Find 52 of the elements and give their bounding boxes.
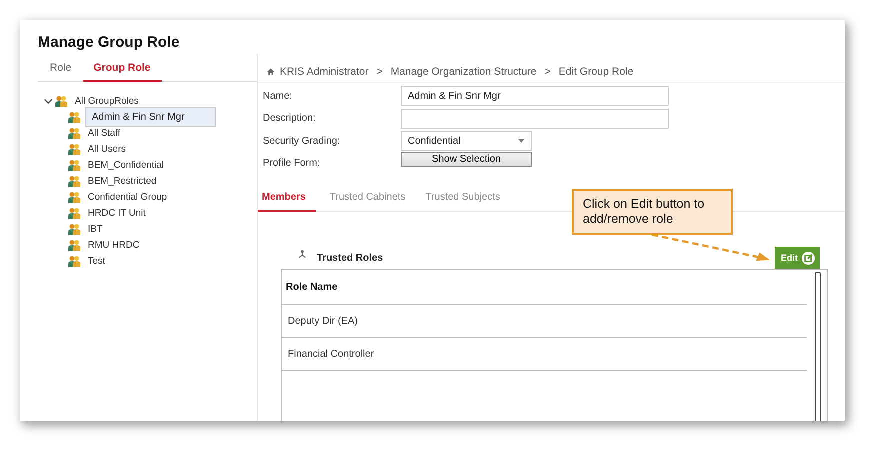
group-icon xyxy=(68,190,81,204)
tree-item[interactable]: IBT xyxy=(85,222,106,236)
tree-item[interactable]: Admin & Fin Snr Mgr xyxy=(85,107,216,127)
field-label: Profile Form: xyxy=(263,158,322,170)
breadcrumb-link[interactable]: Edit Group Role xyxy=(558,66,634,78)
breadcrumb-link[interactable]: KRIS Administrator xyxy=(280,66,369,78)
group-icon xyxy=(68,110,81,124)
tree-item[interactable]: HRDC IT Unit xyxy=(85,206,149,220)
group-icon xyxy=(68,174,81,188)
tree-item[interactable]: BEM_Confidential xyxy=(85,158,168,172)
home-icon xyxy=(267,68,275,76)
edit-icon xyxy=(802,252,815,264)
callout-note: Click on Edit button to add/remove role xyxy=(572,189,733,235)
field-label: Name: xyxy=(263,90,294,102)
group-icon xyxy=(68,254,81,268)
input-field[interactable]: Admin & Fin Snr Mgr xyxy=(401,86,669,106)
scrollbar[interactable] xyxy=(815,272,821,421)
section-title: Trusted Roles xyxy=(317,252,384,264)
tree-item[interactable]: All Users xyxy=(85,142,130,156)
table-cell[interactable]: Deputy Dir (EA) xyxy=(288,316,358,326)
table-cell[interactable]: Financial Controller xyxy=(288,348,374,360)
group-icon xyxy=(68,206,81,220)
group-icon xyxy=(68,126,81,140)
caret-icon xyxy=(518,139,525,144)
page-title: Manage Group Role xyxy=(37,33,181,53)
group-icon xyxy=(68,158,81,172)
hierarchy-icon xyxy=(298,250,307,258)
tree-item[interactable]: Confidential Group xyxy=(85,190,170,204)
group-icon xyxy=(55,94,68,108)
chevron-icon[interactable] xyxy=(44,96,53,106)
group-icon xyxy=(68,238,81,252)
tab[interactable]: Group Role xyxy=(82,62,162,82)
group-icon xyxy=(68,142,81,156)
field-label: Security Grading: xyxy=(263,136,342,147)
breadcrumb-separator: > xyxy=(376,66,383,78)
column-header: Role Name xyxy=(286,282,338,292)
tab[interactable]: Members xyxy=(258,192,316,212)
dropdown[interactable]: Confidential xyxy=(401,131,532,152)
tree-item[interactable]: All GroupRoles xyxy=(72,94,142,108)
breadcrumb-link[interactable]: Manage Organization Structure xyxy=(390,66,537,78)
group-icon xyxy=(68,222,81,236)
input-field[interactable] xyxy=(401,108,669,129)
tree-item[interactable]: All Staff xyxy=(85,126,124,140)
tree-item[interactable]: RMU HRDC xyxy=(85,238,143,252)
tree-item[interactable]: Test xyxy=(85,254,108,268)
breadcrumb-separator: > xyxy=(544,66,551,78)
show-selection-button[interactable]: Show Selection xyxy=(401,152,532,168)
tab[interactable]: Trusted Subjects xyxy=(416,192,510,212)
tree-item[interactable]: BEM_Restricted xyxy=(85,174,160,188)
tab[interactable]: Role xyxy=(38,62,83,82)
field-label: Description: xyxy=(263,113,317,124)
tab[interactable]: Trusted Cabinets xyxy=(320,192,416,212)
